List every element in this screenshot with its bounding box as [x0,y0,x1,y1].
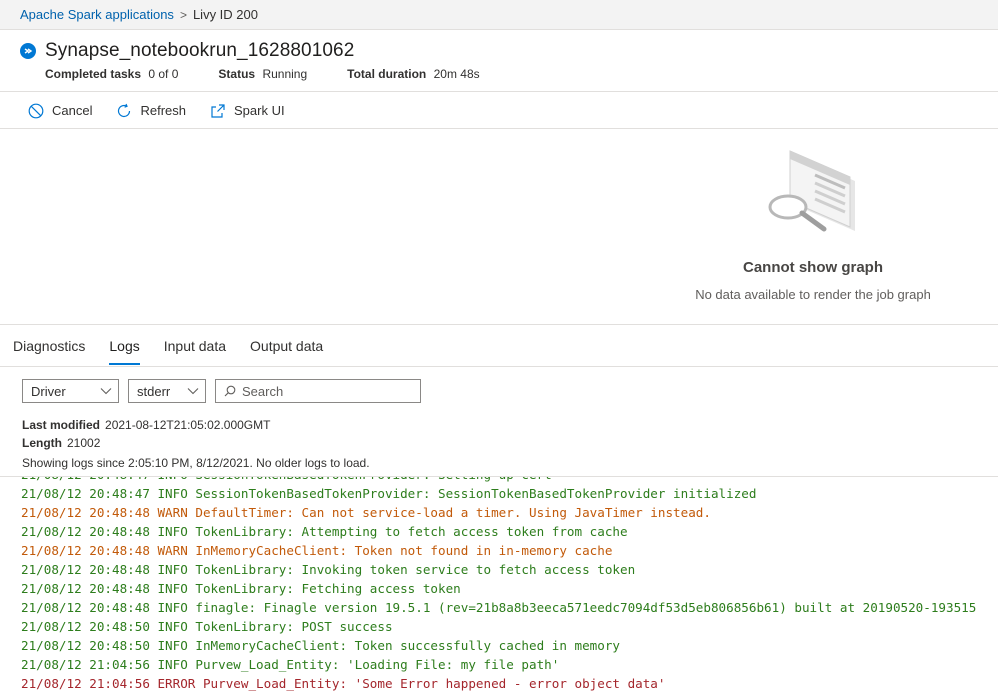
empty-state-subtitle: No data available to render the job grap… [695,287,931,302]
log-search-box[interactable] [215,379,421,403]
log-source-dropdown[interactable]: Driver [22,379,119,403]
breadcrumb-current: Livy ID 200 [192,7,258,22]
cancel-label: Cancel [52,103,93,118]
breadcrumb-link-spark-applications[interactable]: Apache Spark applications [20,7,174,22]
log-length-value: 21002 [67,436,101,450]
log-source-value: Driver [31,383,66,399]
completed-tasks-value: 0 of 0 [148,67,179,81]
log-output[interactable]: 21/08/12 20:48:47 INFO SessionTokenBased… [0,476,998,694]
title-row: Synapse_notebookrun_1628801062 [20,40,354,62]
log-info: Last modified 2021-08-12T21:05:02.000GMT … [22,416,270,452]
log-line: 21/08/12 20:48:48 INFO finagle: Finagle … [21,600,977,615]
log-line: 21/08/12 20:48:47 INFO SessionTokenBased… [21,486,757,501]
spark-ui-label: Spark UI [234,103,285,118]
log-line: 21/08/12 20:48:48 INFO TokenLibrary: Att… [21,524,628,539]
breadcrumb-separator: > [179,7,187,22]
run-metadata: Completed tasks 0 of 0 Status Running To… [45,67,520,81]
spark-ui-button[interactable]: Spark UI [210,103,285,119]
log-line: 21/08/12 20:48:48 WARN DefaultTimer: Can… [21,505,711,520]
cancel-button[interactable]: Cancel [28,103,92,119]
last-modified-label: Last modified [22,418,101,432]
logs-showing-since: Showing logs since 2:05:10 PM, 8/12/2021… [22,456,370,470]
detail-tabs: Diagnostics Logs Input data Output data [0,325,998,367]
log-length: Length 21002 [22,434,270,452]
magnifier-document-illustration [768,150,855,232]
log-line: 21/08/12 20:48:48 WARN InMemoryCacheClie… [21,543,613,558]
total-duration: Total duration 20m 48s [347,67,479,81]
chevron-down-icon [187,388,199,395]
completed-tasks-label: Completed tasks [45,67,142,81]
empty-state-title: Cannot show graph [743,259,883,276]
log-line: 21/08/12 21:04:56 ERROR Purvew_Load_Enti… [21,676,666,691]
log-stream-dropdown[interactable]: stderr [128,379,206,403]
log-line: 21/08/12 20:48:48 INFO TokenLibrary: Inv… [21,562,636,577]
tab-output-data[interactable]: Output data [250,325,323,367]
status-value: Running [262,67,308,81]
log-length-label: Length [22,436,62,450]
refresh-label: Refresh [140,103,186,118]
last-modified: Last modified 2021-08-12T21:05:02.000GMT [22,416,270,434]
chevron-down-icon [100,388,112,395]
toolbar: Cancel Refresh Spark UI [0,93,998,129]
refresh-icon [118,103,131,117]
total-duration-value: 20m 48s [433,67,480,81]
tab-input-data[interactable]: Input data [164,325,226,367]
log-line: 21/08/12 21:04:56 INFO Purvew_Load_Entit… [21,657,560,672]
refresh-button[interactable]: Refresh [116,103,186,119]
status: Status Running [218,67,307,81]
log-line: 21/08/12 20:48:50 INFO InMemoryCacheClie… [21,638,620,653]
log-line: 21/08/12 20:48:48 INFO TokenLibrary: Fet… [21,581,461,596]
log-lines: 21/08/12 20:48:47 INFO SessionTokenBased… [21,484,976,693]
log-search-input[interactable] [242,383,412,399]
status-label: Status [218,67,256,81]
open-external-icon [211,103,225,118]
cancel-icon [28,103,44,118]
log-stream-value: stderr [137,383,171,399]
app-header: Synapse_notebookrun_1628801062 Completed… [0,30,998,92]
log-filters: Driver stderr [22,379,421,403]
job-graph-panel: Cannot show graph No data available to r… [0,129,998,325]
page-title: Synapse_notebookrun_1628801062 [45,40,355,61]
search-icon [224,385,236,397]
tab-diagnostics[interactable]: Diagnostics [13,325,85,367]
last-modified-value: 2021-08-12T21:05:02.000GMT [105,418,271,432]
total-duration-label: Total duration [347,67,427,81]
log-line: 21/08/12 20:48:50 INFO TokenLibrary: POS… [21,619,393,634]
completed-tasks: Completed tasks 0 of 0 [45,67,178,81]
breadcrumb: Apache Spark applications > Livy ID 200 [0,0,998,30]
log-line-partial: 21/08/12 20:48:47 INFO SessionTokenBased… [21,477,552,484]
spark-run-icon [20,43,36,59]
tab-logs[interactable]: Logs [109,325,141,367]
